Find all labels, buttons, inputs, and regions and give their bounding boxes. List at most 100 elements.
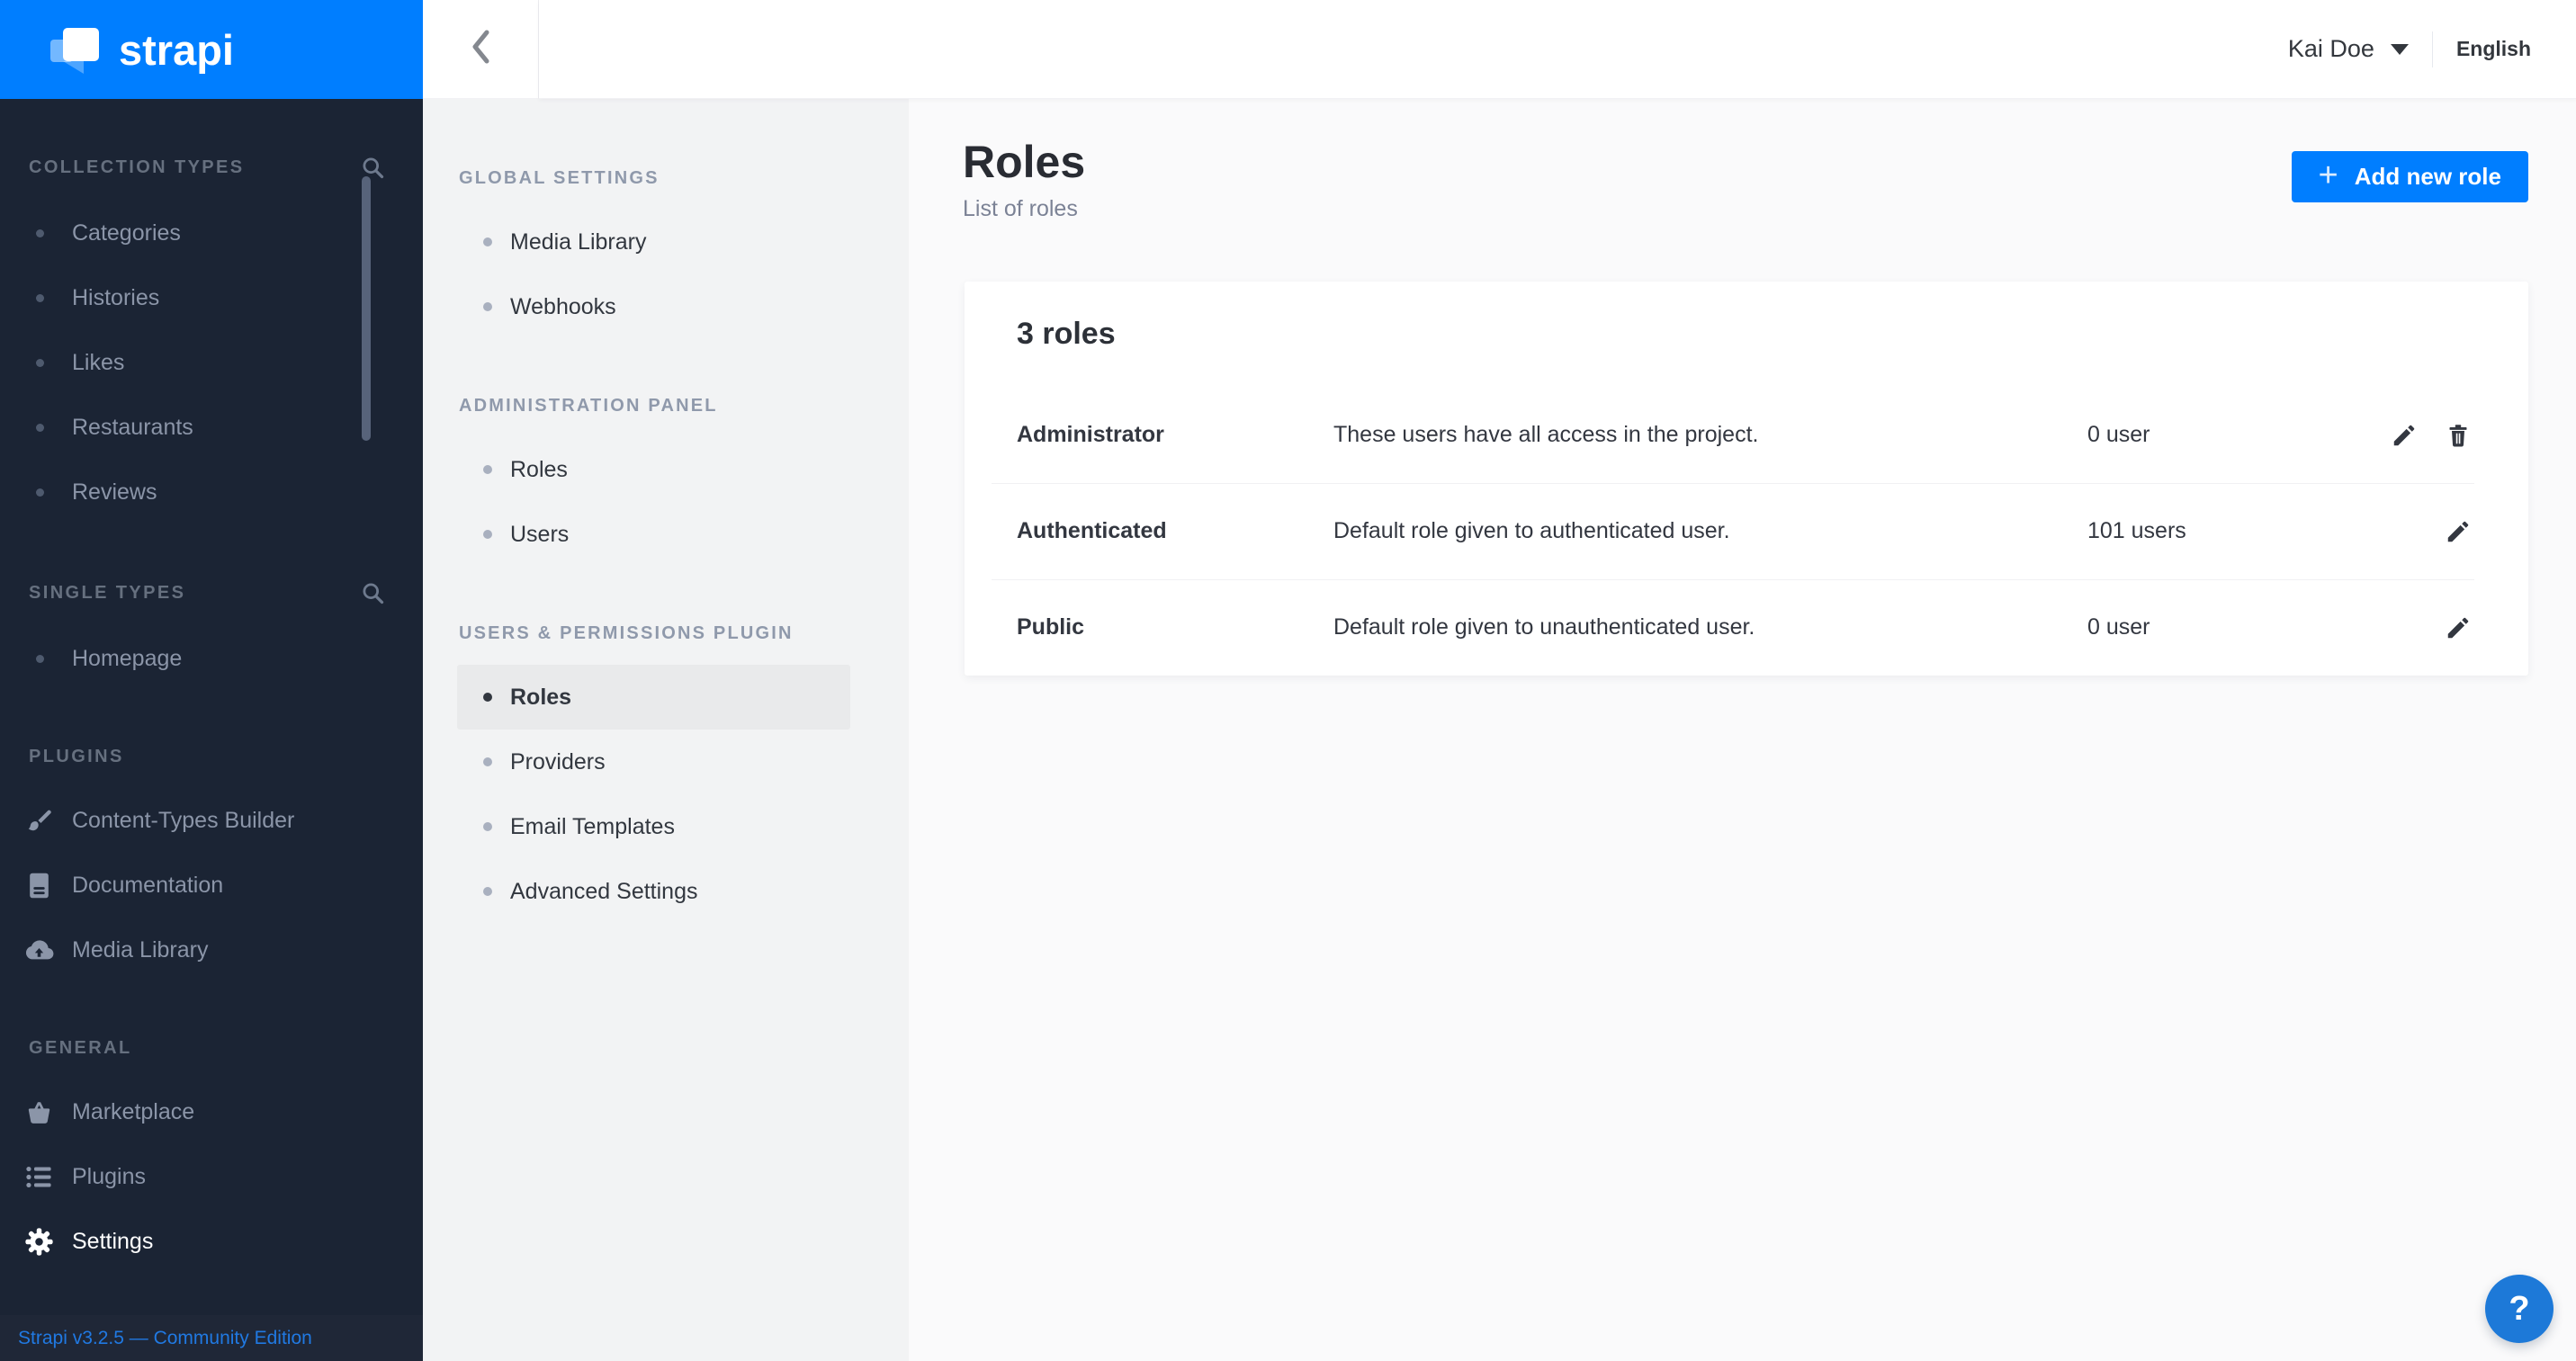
plus-icon: + — [2319, 158, 2338, 193]
row-actions — [2384, 613, 2528, 642]
sidebar-item-label: Homepage — [72, 646, 182, 672]
settings-section-users-permissions: USERS & PERMISSIONS PLUGIN — [459, 623, 873, 644]
sidebar-item-homepage[interactable]: Homepage — [0, 626, 423, 691]
role-name: Public — [1017, 614, 1333, 640]
sidebar-footer: Strapi v3.2.5 — Community Edition — [0, 1315, 423, 1361]
sidebar-item-plugins[interactable]: Plugins — [0, 1144, 423, 1209]
section-collection-types: COLLECTION TYPES — [29, 155, 385, 180]
settings-item-webhooks[interactable]: Webhooks — [457, 274, 850, 339]
search-icon[interactable] — [360, 580, 385, 605]
settings-item-admin-roles[interactable]: Roles — [457, 437, 850, 502]
role-name: Administrator — [1017, 422, 1333, 448]
roles-count: 3 roles — [965, 282, 2528, 387]
sidebar-item-marketplace[interactable]: Marketplace — [0, 1079, 423, 1144]
main-sidebar: strapi COLLECTION TYPES Categories Histo… — [0, 0, 423, 1361]
settings-item-email-templates[interactable]: Email Templates — [457, 794, 850, 859]
chevron-left-icon — [469, 27, 492, 71]
user-menu-dropdown[interactable]: Kai Doe — [2288, 35, 2409, 63]
section-label: PLUGINS — [29, 747, 124, 767]
role-description: These users have all access in the proje… — [1333, 422, 2087, 448]
row-actions — [2384, 421, 2528, 450]
list-icon — [22, 1162, 56, 1192]
page-header: Roles List of roles + Add new role — [909, 99, 2576, 222]
settings-item-advanced-settings[interactable]: Advanced Settings — [457, 859, 850, 924]
header-divider — [2432, 31, 2433, 67]
help-button[interactable]: ? — [2485, 1275, 2554, 1343]
question-mark-icon: ? — [2509, 1290, 2529, 1329]
trash-icon — [2445, 422, 2472, 449]
bullet-icon — [483, 302, 492, 311]
settings-sidebar: GLOBAL SETTINGS Media Library Webhooks A… — [423, 99, 909, 1361]
delete-role-button[interactable] — [2444, 421, 2473, 450]
strapi-version-link[interactable]: Strapi v3.2.5 — Community Edition — [18, 1328, 312, 1349]
edit-role-button[interactable] — [2390, 421, 2419, 450]
edit-role-button[interactable] — [2444, 613, 2473, 642]
sidebar-item-documentation[interactable]: Documentation — [0, 853, 423, 918]
settings-item-label: Users — [510, 522, 569, 548]
pencil-icon — [2391, 422, 2418, 449]
settings-item-label: Roles — [510, 457, 568, 483]
settings-item-media-library[interactable]: Media Library — [457, 210, 850, 274]
sidebar-item-reviews[interactable]: Reviews — [0, 460, 423, 524]
table-row-authenticated[interactable]: Authenticated Default role given to auth… — [965, 483, 2528, 579]
role-users-count: 0 user — [2087, 614, 2384, 640]
cloud-upload-icon — [22, 936, 56, 965]
sidebar-item-histories[interactable]: Histories — [0, 265, 423, 330]
main-content: Roles List of roles + Add new role 3 rol… — [909, 99, 2576, 1361]
table-row-administrator[interactable]: Administrator These users have all acces… — [965, 387, 2528, 483]
settings-item-admin-users[interactable]: Users — [457, 502, 850, 567]
language-selector[interactable]: English — [2456, 37, 2531, 61]
sidebar-item-label: Categories — [72, 220, 181, 246]
collapse-sidebar-button[interactable] — [423, 0, 539, 99]
sidebar-item-restaurants[interactable]: Restaurants — [0, 395, 423, 460]
basket-icon — [22, 1097, 56, 1127]
sidebar-item-label: Documentation — [72, 873, 223, 899]
top-header: Kai Doe English — [539, 0, 2576, 99]
sidebar-item-label: Media Library — [72, 937, 208, 963]
settings-item-label: Media Library — [510, 229, 646, 255]
bullet-icon — [483, 530, 492, 539]
sidebar-item-media-library[interactable]: Media Library — [0, 918, 423, 982]
settings-section-admin-panel: ADMINISTRATION PANEL — [459, 396, 873, 416]
strapi-logo-icon — [50, 25, 99, 74]
table-row-public[interactable]: Public Default role given to unauthentic… — [965, 579, 2528, 676]
bullet-icon — [483, 757, 492, 766]
pencil-icon — [2445, 518, 2472, 545]
bullet-icon — [483, 822, 492, 831]
bullet-icon — [36, 655, 44, 663]
role-name: Authenticated — [1017, 518, 1333, 544]
settings-item-up-roles[interactable]: Roles — [457, 665, 850, 730]
section-plugins: PLUGINS — [29, 747, 385, 767]
strapi-admin-app: strapi COLLECTION TYPES Categories Histo… — [0, 0, 2576, 1361]
strapi-logo[interactable]: strapi — [0, 0, 423, 99]
settings-item-providers[interactable]: Providers — [457, 730, 850, 794]
section-general: GENERAL — [29, 1038, 385, 1059]
gear-icon — [22, 1227, 56, 1257]
sidebar-item-likes[interactable]: Likes — [0, 330, 423, 395]
bullet-icon — [36, 488, 44, 497]
role-users-count: 0 user — [2087, 422, 2384, 448]
sidebar-item-categories[interactable]: Categories — [0, 201, 423, 265]
roles-card: 3 roles Administrator These users have a… — [965, 282, 2528, 676]
bullet-icon — [483, 887, 492, 896]
sidebar-scrollbar-thumb[interactable] — [362, 176, 371, 441]
caret-down-icon — [2391, 44, 2409, 55]
bullet-icon — [483, 237, 492, 246]
user-name: Kai Doe — [2288, 35, 2374, 63]
role-users-count: 101 users — [2087, 518, 2384, 544]
single-types-list: Homepage — [0, 626, 423, 691]
section-label: GENERAL — [29, 1038, 132, 1059]
settings-section-global: GLOBAL SETTINGS — [459, 168, 873, 189]
add-new-role-button[interactable]: + Add new role — [2292, 151, 2528, 202]
sidebar-item-settings[interactable]: Settings — [0, 1209, 423, 1274]
edit-role-button[interactable] — [2444, 517, 2473, 546]
section-single-types: SINGLE TYPES — [29, 580, 385, 605]
sidebar-item-label: Content-Types Builder — [72, 808, 294, 834]
plugins-list: Content-Types Builder Documentation Medi… — [0, 788, 423, 982]
bullet-icon — [483, 693, 492, 702]
sidebar-item-content-types-builder[interactable]: Content-Types Builder — [0, 788, 423, 853]
row-actions — [2384, 517, 2528, 546]
add-new-role-label: Add new role — [2355, 163, 2501, 191]
sidebar-item-label: Restaurants — [72, 415, 193, 441]
role-description: Default role given to unauthenticated us… — [1333, 614, 2087, 640]
